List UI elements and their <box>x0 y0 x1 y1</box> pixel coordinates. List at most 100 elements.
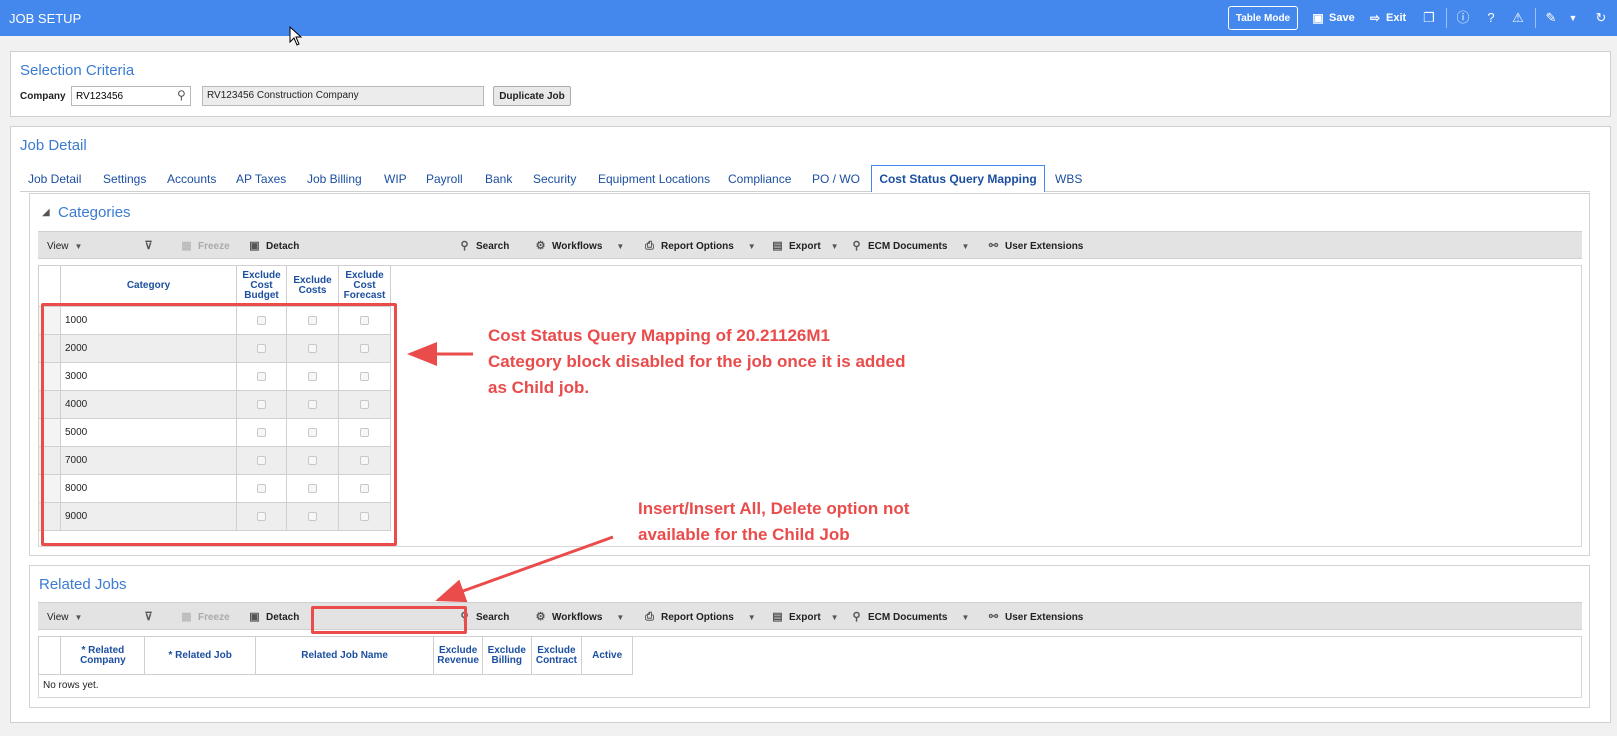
chevron-down-icon: ▼ <box>747 612 756 622</box>
table-mode-button[interactable]: Table Mode <box>1228 6 1298 30</box>
column-header-related-job-name[interactable]: Related Job Name <box>254 636 435 675</box>
tab-cost-status-query-mapping[interactable]: Cost Status Query Mapping <box>871 165 1045 192</box>
save-icon: ▣ <box>1312 11 1324 25</box>
collapse-triangle-icon[interactable]: ◢ <box>42 207 50 218</box>
detach-label: Detach <box>266 240 300 252</box>
exit-label: Exit <box>1386 12 1407 24</box>
tab-bank[interactable]: Bank <box>485 165 512 192</box>
chevron-down-icon[interactable]: ▼ <box>1565 10 1581 26</box>
detach-button[interactable]: ▣ Detach <box>248 603 299 631</box>
save-button[interactable]: ▣ Save <box>1312 0 1354 36</box>
tab-wbs[interactable]: WBS <box>1055 165 1082 192</box>
category-highlight-box <box>41 303 397 546</box>
annotation-line: available for the Child Job <box>638 525 850 544</box>
ecm-icon: ⚲ <box>852 610 861 623</box>
chevron-down-icon: ▼ <box>74 241 83 251</box>
freeze-button[interactable]: ▦ Freeze <box>180 232 230 260</box>
export-icon: ▤ <box>772 239 783 252</box>
warning-icon[interactable]: ⚠ <box>1510 10 1526 26</box>
column-header-related-company[interactable]: * Related Company <box>60 636 146 675</box>
user-extensions-button[interactable]: ⚯ User Extensions <box>987 232 1083 260</box>
tab-job-billing[interactable]: Job Billing <box>307 165 362 192</box>
search-button[interactable]: ⚲ Search <box>458 232 509 260</box>
freeze-icon: ▦ <box>181 239 192 252</box>
user-extensions-button[interactable]: ⚯ User Extensions <box>987 603 1083 631</box>
related-jobs-title: Related Jobs <box>39 576 127 593</box>
tab-payroll[interactable]: Payroll <box>426 165 463 192</box>
report-options-menu[interactable]: ⎙ Report Options ▼ <box>643 232 756 260</box>
info-icon[interactable]: ⓘ <box>1455 10 1471 26</box>
detach-label: Detach <box>266 611 300 623</box>
tab-settings[interactable]: Settings <box>103 165 146 192</box>
freeze-label: Freeze <box>198 240 230 252</box>
chevron-down-icon: ▼ <box>961 241 970 251</box>
user-extensions-label: User Extensions <box>1005 240 1084 252</box>
filter-icon: ⊽ <box>144 239 153 252</box>
detach-button[interactable]: ▣ Detach <box>248 232 299 260</box>
chevron-down-icon: ▼ <box>74 612 83 622</box>
report-options-menu[interactable]: ⎙ Report Options ▼ <box>643 603 756 631</box>
empty-grid-message: No rows yet. <box>43 680 99 691</box>
detach-icon: ▣ <box>249 610 260 623</box>
freeze-button[interactable]: ▦ Freeze <box>180 603 230 631</box>
duplicate-job-button[interactable]: Duplicate Job <box>493 86 571 106</box>
company-input[interactable] <box>71 86 191 106</box>
ecm-documents-menu[interactable]: ⚲ ECM Documents ▼ <box>850 232 969 260</box>
freeze-label: Freeze <box>198 611 230 623</box>
user-extensions-icon: ⚯ <box>988 610 999 623</box>
tab-wip[interactable]: WIP <box>384 165 407 192</box>
tab-accounts[interactable]: Accounts <box>167 165 216 192</box>
report-options-label: Report Options <box>661 240 734 252</box>
annotation-line: Category block disabled for the job once… <box>488 352 906 371</box>
column-header-related-job[interactable]: * Related Job <box>144 636 256 675</box>
filter-button[interactable]: ⊽ <box>142 232 160 260</box>
tab-security[interactable]: Security <box>533 165 576 192</box>
toolbar-separator <box>1535 8 1536 28</box>
user-extensions-label: User Extensions <box>1005 611 1084 623</box>
search-icon[interactable]: ⚲ <box>177 88 186 102</box>
view-menu[interactable]: View ▼ <box>47 232 82 260</box>
chevron-down-icon: ▼ <box>961 612 970 622</box>
windows-icon[interactable]: ❐ <box>1421 10 1437 26</box>
annotation-line: Cost Status Query Mapping of 20.21126M1 <box>488 326 830 345</box>
workflows-menu[interactable]: ⚙ Workflows ▼ <box>534 603 625 631</box>
ecm-documents-label: ECM Documents <box>868 240 948 252</box>
tab-ap-taxes[interactable]: AP Taxes <box>236 165 286 192</box>
edit-icon[interactable]: ✎ <box>1543 10 1559 26</box>
search-label: Search <box>476 611 510 623</box>
row-selector-header <box>37 636 62 675</box>
tab-equipment-locations[interactable]: Equipment Locations <box>598 165 710 192</box>
column-header-active[interactable]: Active <box>581 636 633 675</box>
column-header-exclude-cost-budget[interactable]: Exclude Cost Budget <box>236 265 287 307</box>
search-label: Search <box>476 240 510 252</box>
selection-criteria-title: Selection Criteria <box>20 62 135 79</box>
tab-job-detail[interactable]: Job Detail <box>28 165 81 192</box>
view-label: View <box>47 611 69 623</box>
workflows-icon: ⚙ <box>535 610 546 623</box>
column-header-exclude-contract[interactable]: Exclude Contract <box>530 636 583 675</box>
chevron-down-icon: ▼ <box>616 241 625 251</box>
printer-icon: ⎙ <box>645 610 654 623</box>
tab-compliance[interactable]: Compliance <box>728 165 791 192</box>
chevron-down-icon: ▼ <box>830 241 839 251</box>
categories-toolbar: View ▼ ⊽ ▦ Freeze ▣ Detach ⚲ Search ⚙ Workflo… <box>38 231 1582 259</box>
tab-po-wo[interactable]: PO / WO <box>812 165 860 192</box>
column-header-exclude-billing[interactable]: Exclude Billing <box>481 636 532 675</box>
user-extensions-icon: ⚯ <box>988 239 999 252</box>
column-header-exclude-cost-forecast[interactable]: Exclude Cost Forecast <box>338 265 391 307</box>
filter-button[interactable]: ⊽ <box>142 603 160 631</box>
annotation-line: as Child job. <box>488 378 590 397</box>
refresh-icon[interactable]: ↻ <box>1593 10 1609 26</box>
job-detail-title: Job Detail <box>20 137 87 154</box>
help-icon[interactable]: ? <box>1483 10 1499 26</box>
column-header-exclude-costs[interactable]: Exclude Costs <box>286 265 339 307</box>
view-menu[interactable]: View ▼ <box>47 603 82 631</box>
export-menu[interactable]: ▤ Export ▼ <box>771 232 839 260</box>
ecm-documents-menu[interactable]: ⚲ ECM Documents ▼ <box>850 603 969 631</box>
categories-title: Categories <box>58 204 131 221</box>
column-header-exclude-revenue[interactable]: Exclude Revenue <box>433 636 483 675</box>
workflows-menu[interactable]: ⚙ Workflows ▼ <box>534 232 625 260</box>
export-menu[interactable]: ▤ Export ▼ <box>771 603 838 631</box>
column-header-category[interactable]: Category <box>60 265 237 307</box>
exit-button[interactable]: ⇨ Exit <box>1369 0 1406 36</box>
